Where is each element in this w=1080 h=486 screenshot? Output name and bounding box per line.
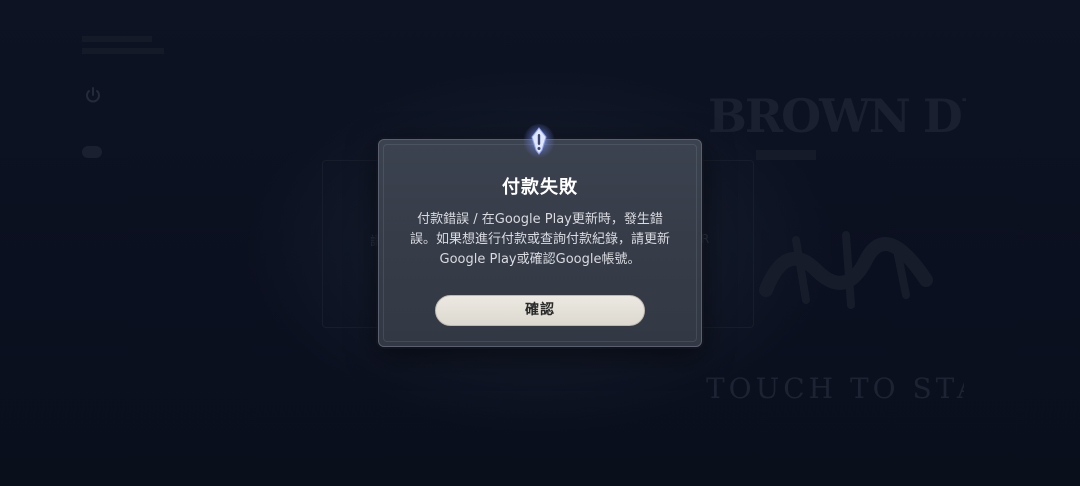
confirm-button[interactable]: 確認 — [435, 295, 645, 326]
touch-to-start-prompt[interactable]: TOUCH TO START — [704, 368, 964, 408]
dialog-message-line: Google Play或確認Google帳號。 — [439, 252, 641, 267]
calligraphy-decoration — [759, 231, 933, 309]
background-logo-subtitle — [756, 150, 816, 160]
game-screen: 請 R BROWN DUST II TOUCH TO START ·· 付款失敗… — [0, 0, 1080, 486]
touch-to-start-text: TOUCH TO START — [706, 372, 964, 405]
game-logo-text: BROWN DUST II — [708, 89, 966, 143]
game-logo: BROWN DUST II — [708, 89, 966, 143]
alert-exclamation-icon — [523, 124, 555, 160]
background-toggle — [82, 146, 102, 158]
background-menu-text — [82, 36, 172, 66]
power-icon — [86, 87, 100, 103]
dialog-title: 付款失敗 — [502, 177, 578, 198]
background-right-letter: R — [701, 232, 710, 246]
dialog-message-line: 付款錯誤 / 在Google Play更新時，發生錯 — [417, 212, 663, 227]
dialog-message-line: 誤。如果想進行付款或查詢付款紀錄，請更新 — [409, 232, 670, 247]
payment-failed-dialog: 付款失敗 付款錯誤 / 在Google Play更新時，發生錯 誤。如果想進行付… — [378, 139, 702, 347]
dialog-message: 付款錯誤 / 在Google Play更新時，發生錯 誤。如果想進行付款或查詢付… — [405, 210, 675, 270]
